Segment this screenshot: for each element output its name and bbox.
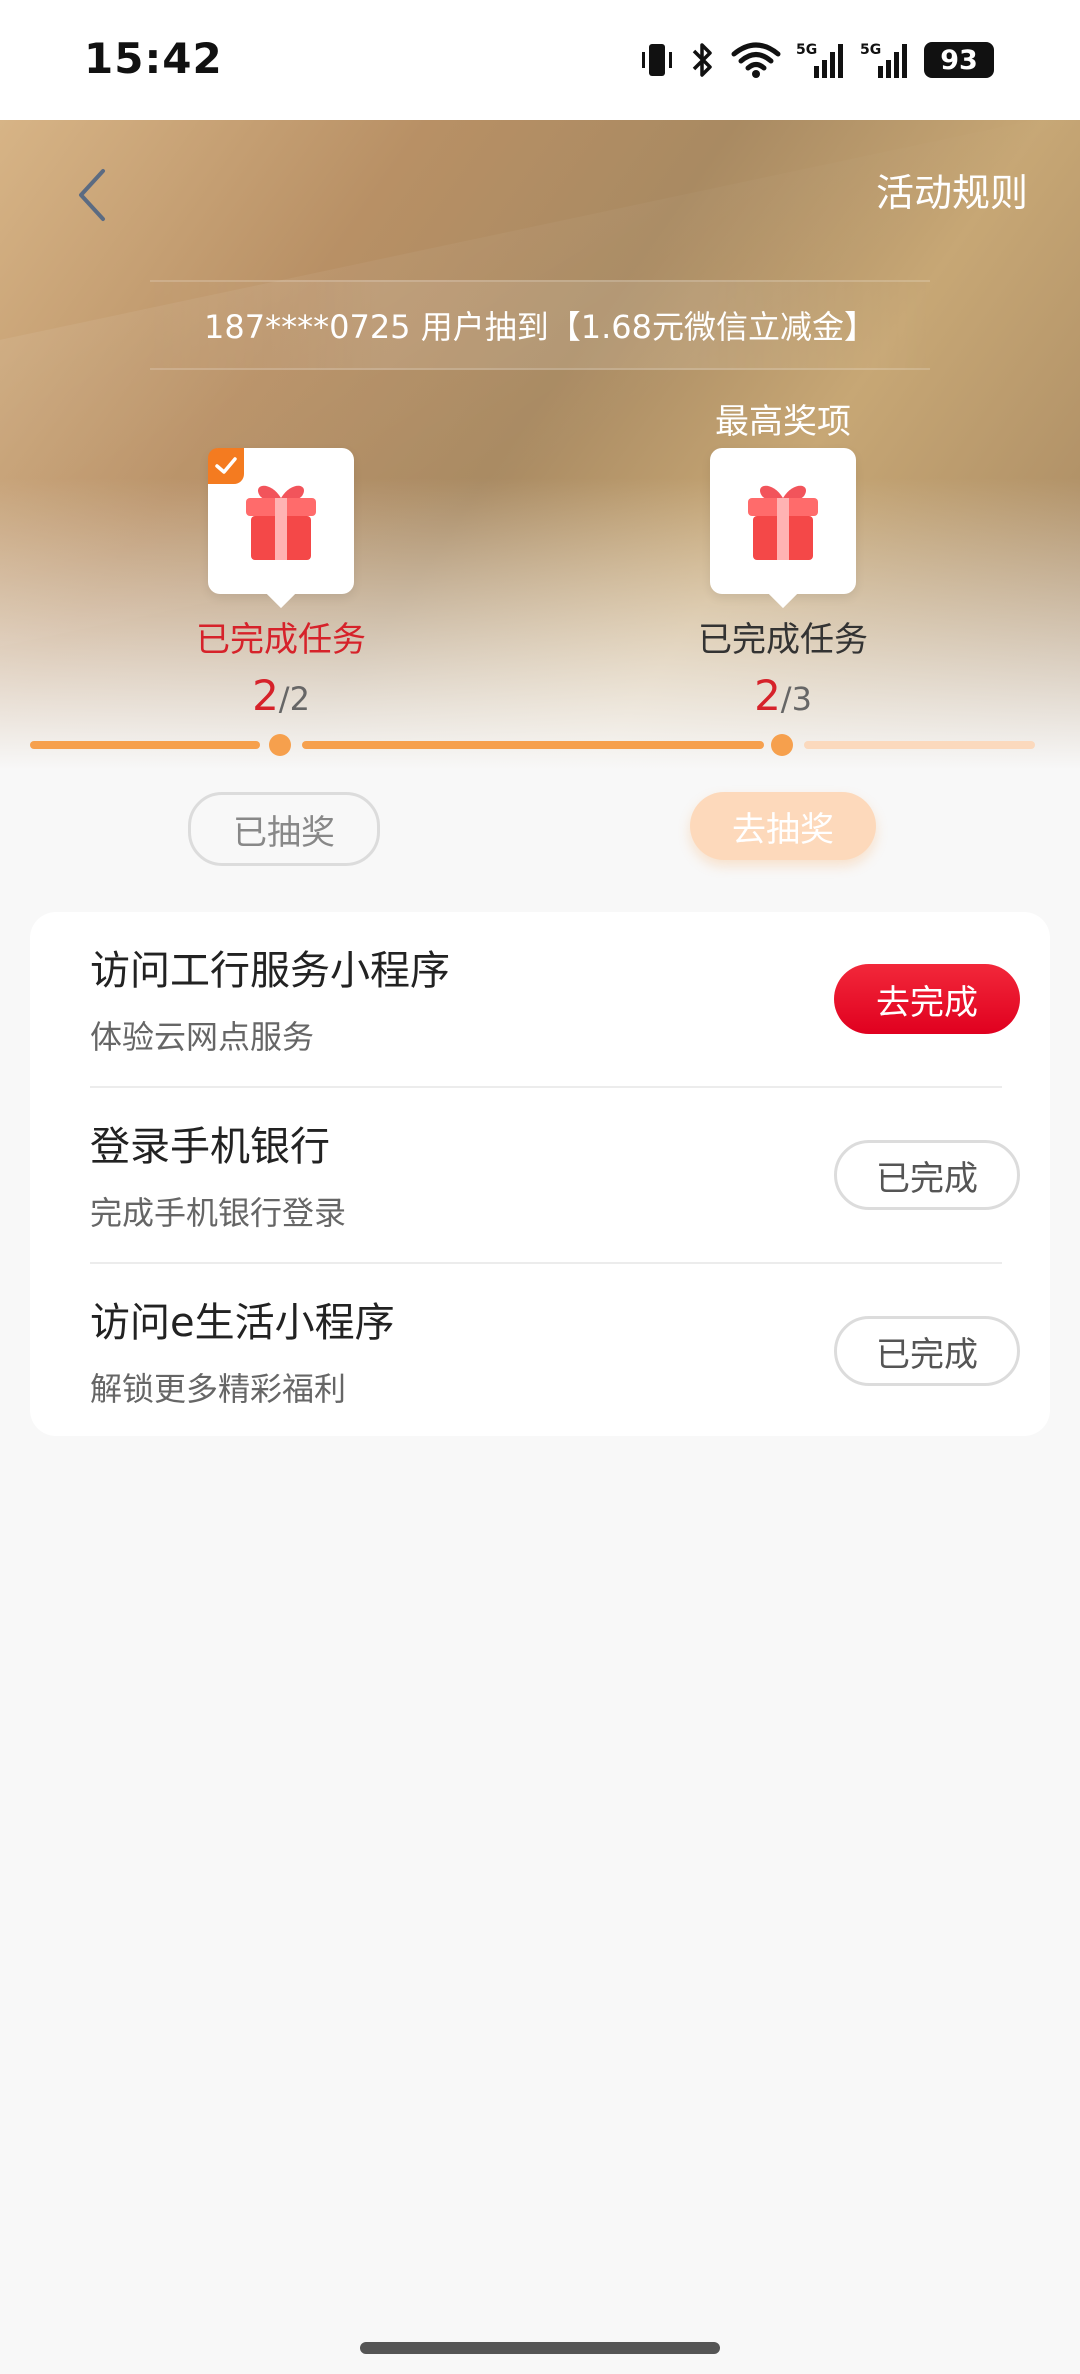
- task-subtitle: 完成手机银行登录: [90, 1194, 347, 1232]
- task-subtitle: 解锁更多精彩福利: [90, 1370, 347, 1408]
- vibrate-icon: [642, 44, 672, 76]
- chevron-left-icon: [79, 169, 105, 221]
- milestone-done: 2: [754, 671, 781, 720]
- task-row: 访问e生活小程序 解锁更多精彩福利 已完成: [90, 1264, 1033, 1440]
- battery-indicator: 93: [924, 42, 994, 78]
- milestone-total: 3: [791, 680, 812, 718]
- completed-button[interactable]: 已完成: [834, 1140, 1020, 1210]
- checkmark-icon: [215, 457, 237, 474]
- task-list-card: 访问工行服务小程序 体验云网点服务 去完成 登录手机银行 完成手机银行登录 已完…: [30, 912, 1050, 1436]
- milestone-total: 2: [289, 680, 310, 718]
- gift-card[interactable]: [710, 448, 856, 594]
- milestone-label: 已完成任务: [196, 620, 366, 660]
- milestone-tag: [161, 394, 401, 438]
- milestone-1: 已完成任务 2/2: [161, 394, 401, 720]
- status-time: 15:42: [84, 34, 223, 83]
- bluetooth-icon: [692, 43, 712, 77]
- gift-card[interactable]: [208, 448, 354, 594]
- progress-node-2: [771, 734, 793, 756]
- signal-5g-icon: 5G: [860, 42, 907, 78]
- signal-5g-icon: 5G: [796, 42, 843, 78]
- progress-segment-filled: [302, 741, 764, 749]
- status-icons: 5G 5G 93: [640, 38, 994, 82]
- task-progress-bar: [30, 734, 1035, 756]
- task-title: 登录手机银行: [90, 1124, 330, 1170]
- progress-segment-empty: [804, 741, 1035, 749]
- checkmark-badge: [208, 448, 244, 484]
- back-button[interactable]: [62, 160, 122, 230]
- milestone-done: 2: [252, 671, 279, 720]
- milestone-tag-top-prize: 最高奖项: [715, 402, 851, 442]
- milestone-sep: /: [780, 680, 792, 718]
- gift-icon: [246, 485, 316, 560]
- task-title: 访问工行服务小程序: [90, 948, 450, 994]
- status-bar: 15:42 5G 5G 93: [0, 0, 1080, 120]
- task-title: 访问e生活小程序: [90, 1300, 395, 1346]
- home-indicator[interactable]: [360, 2342, 720, 2354]
- milestone-label: 已完成任务: [698, 620, 868, 660]
- task-subtitle: 体验云网点服务: [90, 1018, 315, 1056]
- milestone-count: 2/3: [663, 671, 903, 720]
- winner-ticker: 187****0725 用户抽到【1.68元微信立减金】: [150, 280, 930, 370]
- milestone-2: 最高奖项 已完成任务 2/3: [663, 394, 903, 720]
- activity-rules-link[interactable]: 活动规则: [876, 162, 1028, 217]
- already-drawn-button[interactable]: 已抽奖: [188, 792, 380, 866]
- winner-ticker-text: 187****0725 用户抽到【1.68元微信立减金】: [204, 308, 876, 346]
- milestone-sep: /: [278, 680, 290, 718]
- go-complete-button[interactable]: 去完成: [834, 964, 1020, 1034]
- go-draw-button[interactable]: 去抽奖: [690, 792, 876, 860]
- task-row: 访问工行服务小程序 体验云网点服务 去完成: [90, 912, 1033, 1088]
- completed-button[interactable]: 已完成: [834, 1316, 1020, 1386]
- svg-text:5G: 5G: [860, 42, 881, 58]
- progress-segment-filled: [30, 741, 260, 749]
- hero-banner: 活动规则 187****0725 用户抽到【1.68元微信立减金】 已完成任务 …: [0, 120, 1080, 770]
- wifi-icon: [731, 42, 781, 78]
- task-row: 登录手机银行 完成手机银行登录 已完成: [90, 1088, 1033, 1264]
- svg-text:5G: 5G: [796, 42, 817, 58]
- progress-node-1: [269, 734, 291, 756]
- gift-icon: [748, 485, 818, 560]
- milestone-count: 2/2: [161, 671, 401, 720]
